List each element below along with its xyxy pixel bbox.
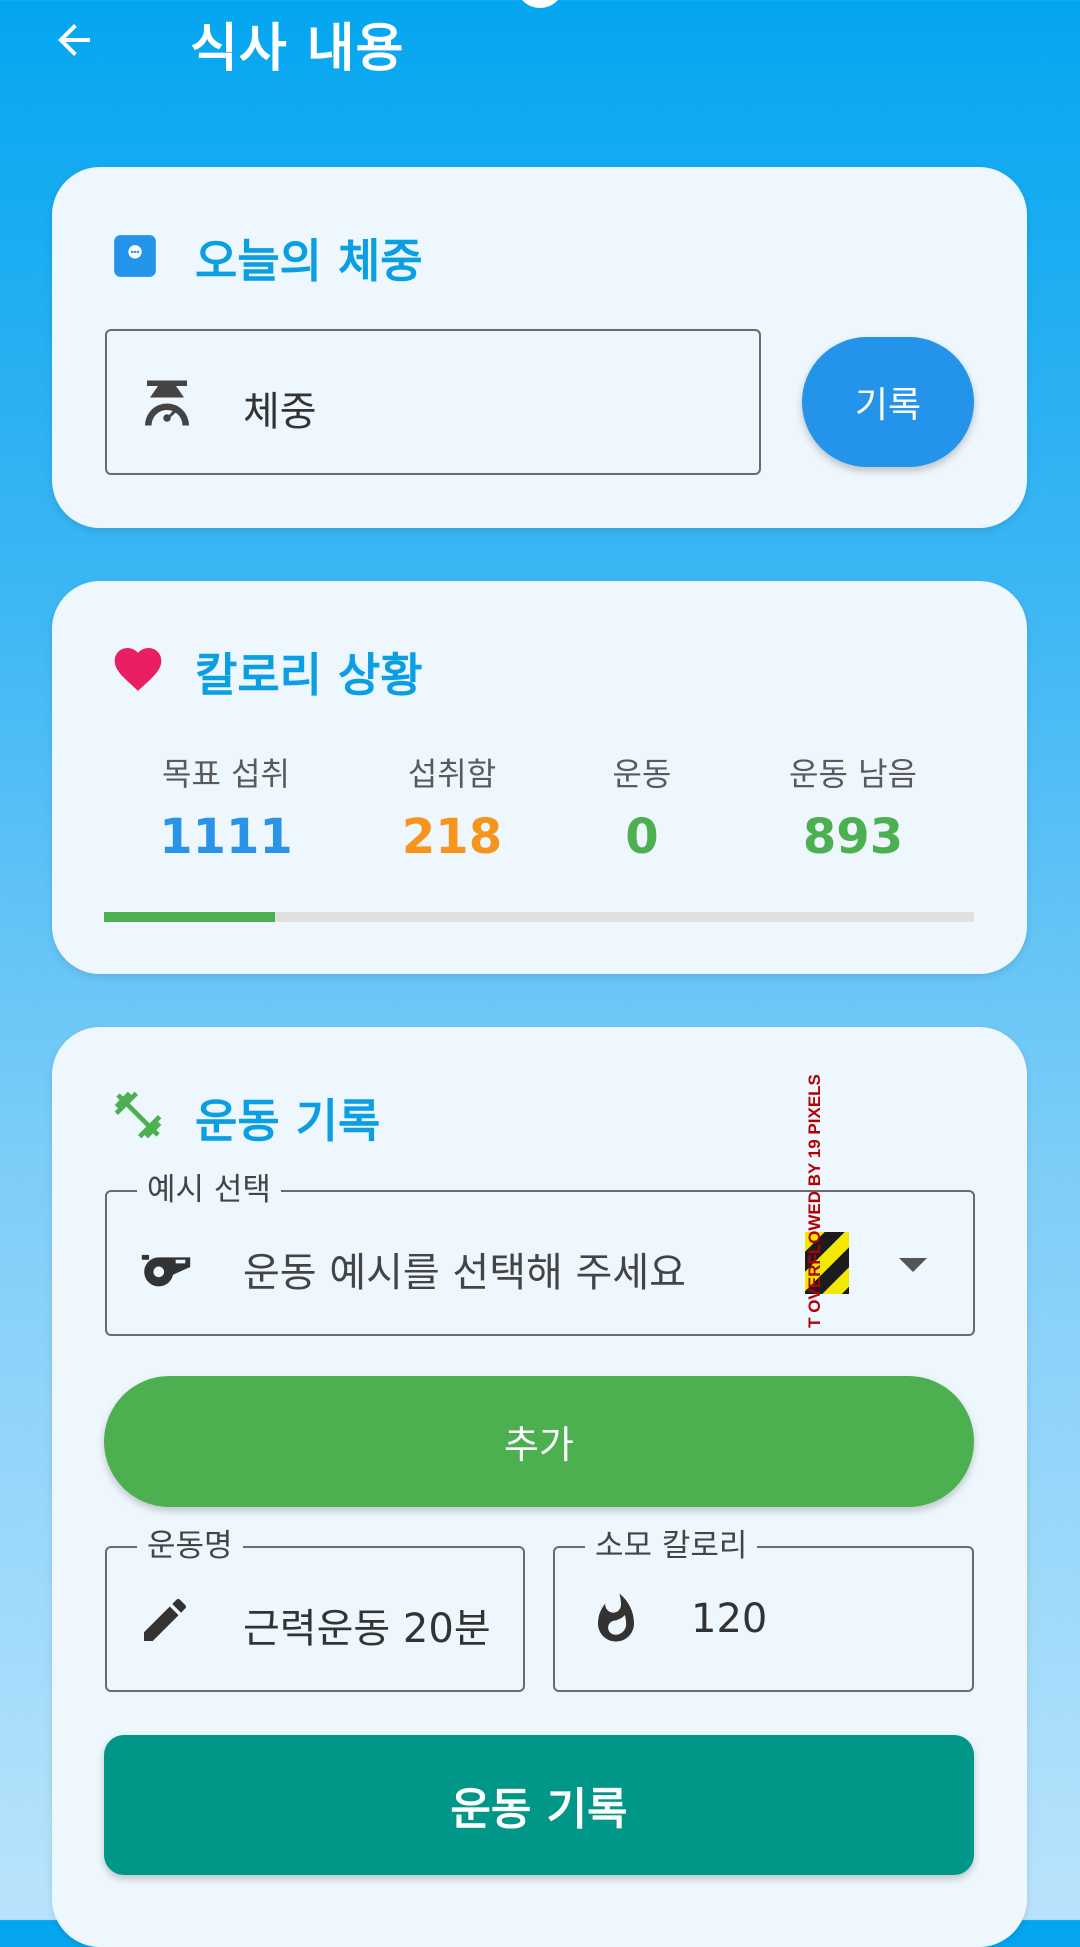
heart-icon: [110, 641, 166, 697]
chat-bubble-icon: [110, 231, 160, 281]
whistle-icon: [137, 1238, 195, 1296]
calorie-progress-fill: [104, 912, 275, 922]
dumbbell-icon: [110, 1087, 166, 1143]
status-indicator: [516, 0, 564, 8]
exercise-example-placeholder: 운동 예시를 선택해 주세요: [243, 1250, 686, 1296]
arrow-left-icon: [58, 24, 90, 56]
calories-burned-field[interactable]: 소모 칼로리 120: [553, 1526, 974, 1692]
stat-label-remaining: 운동 남음: [789, 755, 917, 793]
scale-icon: [137, 373, 197, 433]
back-button[interactable]: [46, 12, 102, 68]
weight-card: 오늘의 체중 체중 기록: [52, 167, 1027, 528]
stat-label-target-intake: 목표 섭취: [162, 755, 290, 793]
flame-icon: [589, 1592, 643, 1646]
exercise-name-legend: 운동명: [137, 1526, 243, 1566]
exercise-example-legend: 예시 선택: [137, 1170, 281, 1210]
calories-burned-value: 120: [691, 1596, 768, 1642]
stat-value-remaining: 893: [802, 809, 904, 865]
exercise-card: 운동 기록 예시 선택 운동 예시를 선택해 주세요 추가 운동명 근력운동 2…: [52, 1027, 1027, 1947]
stat-value-target-intake: 1111: [159, 809, 293, 865]
weight-input-placeholder: 체중: [243, 389, 317, 435]
calorie-progress-bar: [104, 912, 974, 922]
stat-label-consumed: 섭취함: [407, 755, 497, 793]
calories-burned-legend: 소모 칼로리: [585, 1526, 758, 1566]
stat-label-exercise: 운동: [612, 755, 672, 793]
pencil-icon: [137, 1592, 193, 1648]
exercise-example-dropdown[interactable]: 예시 선택 운동 예시를 선택해 주세요: [105, 1170, 975, 1336]
exercise-name-value: 근력운동 20분: [243, 1606, 491, 1648]
overflow-warning-text: T OVERFLOWED BY 19 PIXELS: [805, 1074, 825, 1328]
calorie-card-title: 칼로리 상황: [195, 648, 423, 702]
weight-input[interactable]: 체중: [105, 329, 761, 475]
exercise-name-field[interactable]: 운동명 근력운동 20분: [105, 1526, 525, 1692]
submit-exercise-button[interactable]: 운동 기록: [104, 1735, 974, 1875]
stat-value-exercise: 0: [625, 809, 659, 865]
weight-record-button[interactable]: 기록: [802, 337, 974, 467]
stat-value-consumed: 218: [401, 809, 503, 865]
add-exercise-button[interactable]: 추가: [104, 1376, 974, 1507]
calorie-card: 칼로리 상황 목표 섭취 1111 섭취함 218 운동 0 운동 남음 893: [52, 581, 1027, 974]
chevron-down-icon: [899, 1258, 927, 1272]
page-title: 식사 내용: [190, 19, 405, 79]
exercise-card-title: 운동 기록: [195, 1094, 381, 1148]
weight-card-title: 오늘의 체중: [195, 234, 423, 288]
